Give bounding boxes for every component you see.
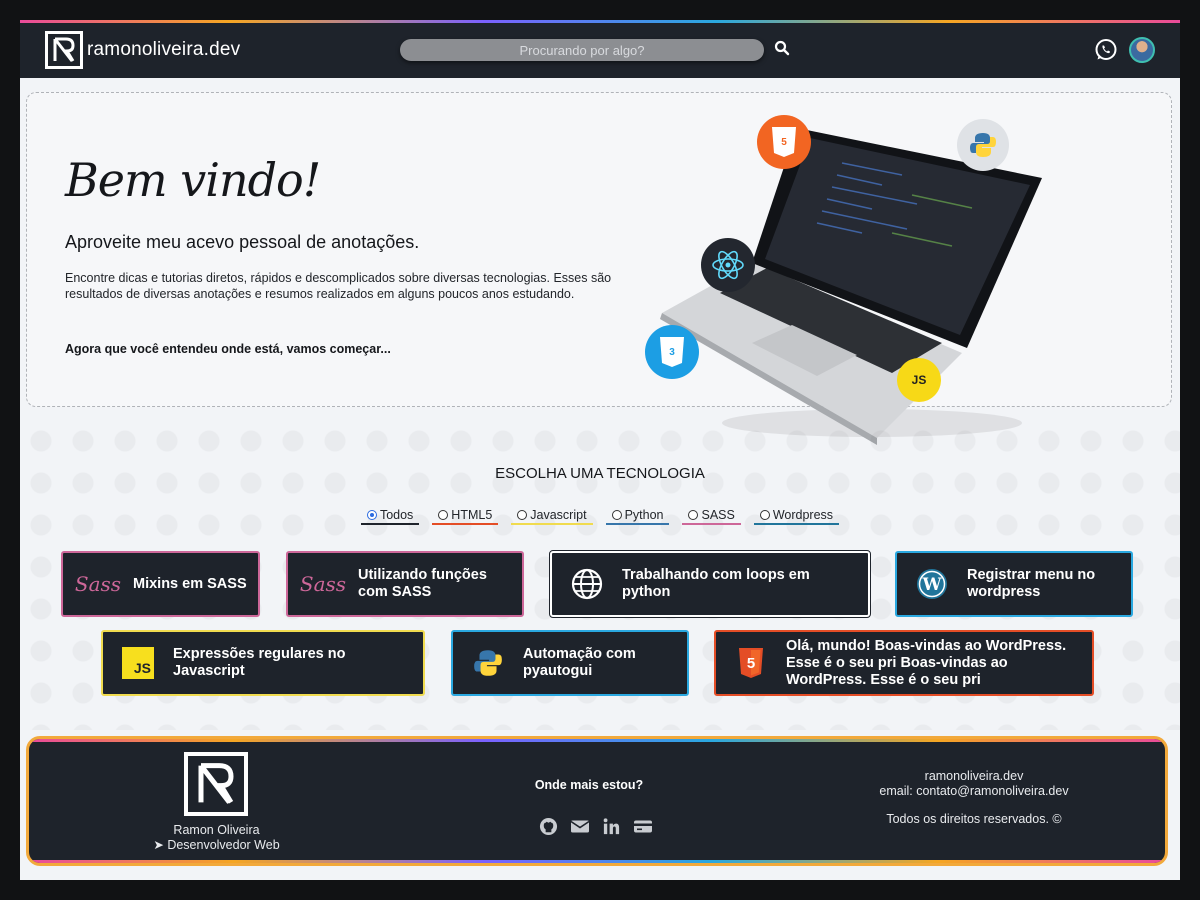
filter-html5[interactable]: HTML5 [432, 508, 499, 525]
card-menu-wordpress[interactable]: W Registrar menu no wordpress [895, 551, 1133, 617]
footer-logo-icon [184, 752, 248, 816]
card-label: Trabalhando com loops em python [622, 567, 810, 600]
footer-name-block: Ramon Oliveira ➤ Desenvolvedor Web [109, 823, 324, 853]
card-label: Mixins em SASS [133, 575, 247, 592]
card-label: Expressões regulares no Javascript [173, 646, 346, 679]
sass-icon: Sass [299, 571, 347, 596]
card-pyautogui[interactable]: Automação com pyautogui [451, 630, 689, 696]
card-label: Olá, mundo! Boas-vindas ao WordPress. Es… [786, 637, 1067, 688]
rocket-icon: ➤ [153, 838, 164, 852]
footer-gradient-bottom [29, 860, 1165, 863]
search-icon[interactable] [774, 40, 790, 61]
filter-label: Wordpress [772, 508, 834, 522]
github-icon[interactable] [539, 817, 558, 841]
footer-email[interactable]: email: contato@ramonoliveira.dev [849, 784, 1099, 799]
header-gradient-line [20, 20, 1180, 23]
radio-icon [688, 510, 699, 520]
tech-filters: Todos HTML5 Javascript Python SASS Wordp… [20, 508, 1180, 525]
svg-text:5: 5 [747, 655, 755, 672]
filter-sass[interactable]: SASS [682, 508, 741, 525]
card-ola-mundo[interactable]: 5 Olá, mundo! Boas-vindas ao WordPress. … [714, 630, 1094, 696]
filter-wordpress[interactable]: Wordpress [753, 508, 840, 525]
javascript-icon: JS [103, 647, 173, 679]
footer-site[interactable]: ramonoliveira.dev [849, 769, 1099, 784]
react-badge [701, 238, 755, 292]
hero-subtitle: Aproveite meu acevo pessoal de anotações… [65, 232, 420, 252]
radio-icon [611, 510, 622, 520]
footer-contact: ramonoliveira.dev email: contato@ramonol… [849, 769, 1099, 799]
card-loops-python[interactable]: Trabalhando com loops em python [549, 550, 871, 618]
hero-cta-text: Agora que você entendeu onde está, vamos… [65, 342, 391, 356]
footer-where-title: Onde mais estou? [534, 778, 644, 792]
filter-label: HTML5 [451, 508, 493, 522]
svg-text:5: 5 [781, 137, 787, 148]
python-icon [453, 647, 523, 679]
linkedin-icon[interactable] [602, 817, 621, 841]
footer-social-icons [539, 817, 653, 841]
card-label: Automação com pyautogui [523, 646, 636, 679]
css3-badge: 3 [645, 325, 699, 379]
radio-icon [438, 510, 449, 520]
wordpress-icon: W [897, 568, 967, 600]
card-icon[interactable] [633, 817, 653, 841]
footer-role-text: Desenvolvedor Web [167, 838, 280, 852]
mail-icon[interactable] [570, 817, 590, 841]
top-header: ramonoliveira.dev Procurando por algo? [20, 20, 1180, 78]
avatar[interactable] [1129, 37, 1155, 63]
filter-label: Python [624, 508, 664, 522]
footer-role: ➤ Desenvolvedor Web [109, 838, 324, 853]
globe-icon [552, 568, 622, 600]
card-label: Utilizando funções com SASS [358, 567, 487, 600]
hero-description: Encontre dicas e tutorias diretos, rápid… [65, 271, 612, 301]
radio-icon [366, 510, 377, 520]
filter-label: SASS [701, 508, 735, 522]
svg-text:3: 3 [669, 347, 675, 358]
python-badge [957, 119, 1009, 171]
search-input[interactable]: Procurando por algo? [400, 39, 764, 61]
filter-label: Javascript [530, 508, 587, 522]
card-regex-javascript[interactable]: JS Expressões regulares no Javascript [101, 630, 425, 696]
site-footer: Ramon Oliveira ➤ Desenvolvedor Web Onde … [26, 736, 1168, 866]
footer-rights: Todos os direitos reservados. © [886, 812, 1062, 826]
filter-label: Todos [379, 508, 414, 522]
radio-icon [517, 510, 528, 520]
html5-icon: 5 [716, 647, 786, 679]
site-logo[interactable]: ramonoliveira.dev [45, 31, 240, 69]
section-title: ESCOLHA UMA TECNOLOGIA [495, 465, 705, 482]
hero-section: Bem vindo! Aproveite meu acevo pessoal d… [26, 92, 1172, 445]
footer-name: Ramon Oliveira [173, 823, 260, 837]
javascript-badge: JS [897, 358, 941, 402]
html5-badge: 5 [757, 115, 811, 169]
card-mixins-sass[interactable]: Sass Mixins em SASS [61, 551, 260, 617]
filter-todos[interactable]: Todos [360, 508, 420, 525]
page-frame: ramonoliveira.dev Procurando por algo? B… [20, 20, 1180, 880]
sass-icon: Sass [74, 571, 122, 596]
logo-icon [45, 31, 83, 69]
card-label: Registrar menu no wordpress [967, 567, 1096, 600]
whatsapp-icon[interactable] [1094, 38, 1118, 67]
logo-text: ramonoliveira.dev [87, 39, 241, 60]
radio-icon [759, 510, 770, 520]
hero-title: Bem vindo! [65, 153, 321, 207]
filter-python[interactable]: Python [605, 508, 670, 525]
footer-gradient-top [29, 739, 1165, 742]
filter-javascript[interactable]: Javascript [511, 508, 593, 525]
card-funcoes-sass[interactable]: Sass Utilizando funções com SASS [286, 551, 524, 617]
svg-text:W: W [921, 575, 942, 595]
